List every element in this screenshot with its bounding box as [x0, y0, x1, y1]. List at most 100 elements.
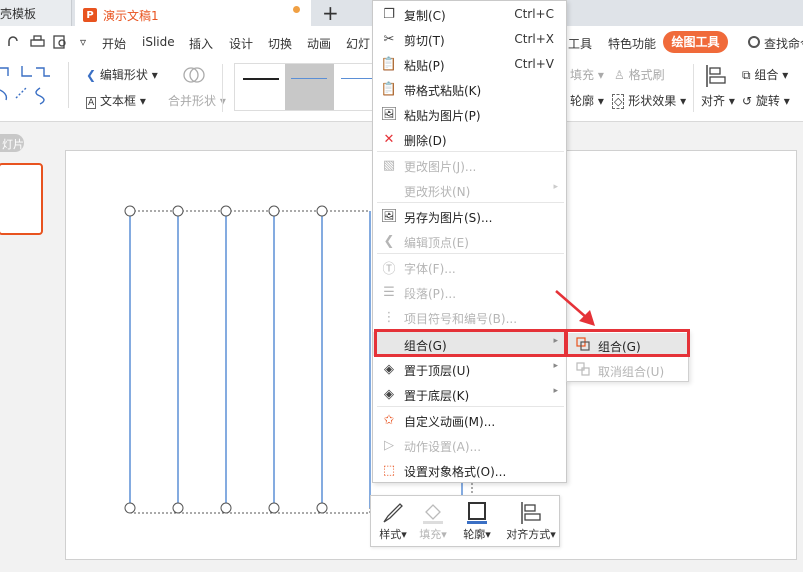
menu-item-label: 更改图片(J)... — [404, 160, 477, 174]
tab-transition[interactable]: 切换 — [268, 35, 292, 52]
menu-item-change-picture[interactable]: ▧ 更改图片(J)... — [373, 153, 566, 177]
slide-thumbnail[interactable] — [0, 163, 43, 235]
menu-item-label: 复制(C) — [404, 9, 446, 23]
menu-item-label: 编辑顶点(E) — [404, 236, 469, 250]
menu-item-format-object[interactable]: ⬚ 设置对象格式(O)... — [373, 458, 566, 482]
shape-effect-label: 形状效果 — [628, 94, 677, 108]
shape-gallery[interactable] — [0, 60, 70, 110]
tab-islide[interactable]: iSlide — [142, 35, 175, 49]
tab-animation[interactable]: 动画 — [307, 35, 331, 52]
tab-slideshow[interactable]: 幻灯 — [346, 35, 370, 52]
line-style-blue[interactable] — [341, 78, 373, 79]
paste-format-icon: 📋 — [380, 81, 398, 97]
ribbon-separator — [222, 64, 223, 112]
highlight-box-group-menu — [374, 329, 567, 357]
ribbon-rotate-button[interactable]: ↺ 旋转 ▾ — [742, 92, 790, 109]
context-menu: ❐ 复制(C) Ctrl+C ✂ 剪切(T) Ctrl+X 📋 粘贴(P) Ct… — [372, 0, 567, 483]
submenu-item-ungroup[interactable]: 取消组合(U) — [567, 358, 688, 382]
mini-align-button[interactable]: 对齐方式▾ — [503, 500, 559, 544]
tab-start[interactable]: 开始 — [102, 35, 126, 52]
gallery-scrollbar[interactable] — [68, 62, 77, 108]
mini-outline-label: 轮廓▾ — [463, 528, 491, 541]
tab-document[interactable]: P 演示文稿1 — [75, 0, 311, 26]
shape-effect-icon: ◇ — [612, 94, 625, 109]
ribbon-outline-button[interactable]: 轮廓 ▾ — [570, 92, 604, 109]
menu-item-label: 自定义动画(M)... — [404, 415, 496, 429]
line-style-gallery[interactable] — [234, 63, 374, 111]
edit-shape-button[interactable]: ❮ 编辑形状 ▾ — [86, 66, 158, 83]
chevron-right-icon: ▸ — [553, 386, 558, 396]
menu-item-paste-picture[interactable]: 🖼 粘贴为图片(P) — [373, 102, 566, 126]
rotate-icon: ↺ — [742, 94, 753, 108]
ribbon-group-button[interactable]: ⧉ 组合 ▾ — [742, 66, 788, 83]
format-brush-icon: ♙ — [614, 68, 625, 82]
menu-separator — [377, 406, 564, 407]
menu-item-label: 删除(D) — [404, 134, 447, 148]
menu-item-cut[interactable]: ✂ 剪切(T) Ctrl+X — [373, 27, 566, 51]
print-icon[interactable] — [30, 35, 45, 49]
menu-item-send-back[interactable]: ◈ 置于底层(K) ▸ — [373, 382, 566, 406]
menu-item-shortcut: Ctrl+X — [514, 32, 554, 46]
menu-item-custom-animation[interactable]: ✩ 自定义动画(M)... — [373, 408, 566, 432]
line-style-solid[interactable] — [243, 78, 279, 80]
paste-picture-icon: 🖼 — [380, 106, 398, 122]
tab-template[interactable]: 稻壳模板 — [0, 0, 72, 26]
redo-icon[interactable] — [6, 35, 20, 49]
menu-item-bullets[interactable]: ⋮ 项目符号和编号(B)... — [373, 305, 566, 329]
ribbon-rotate-label: 旋转 — [755, 94, 780, 108]
menu-item-paste[interactable]: 📋 粘贴(P) Ctrl+V — [373, 52, 566, 76]
format-brush-label: 格式刷 — [628, 68, 665, 82]
action-icon: ▷ — [384, 437, 394, 453]
format-brush-button[interactable]: ♙ 格式刷 — [614, 66, 665, 83]
new-tab-button[interactable]: + — [322, 1, 339, 25]
print-preview-icon[interactable] — [53, 35, 68, 49]
line-style-selected[interactable] — [285, 64, 334, 110]
menu-item-change-shape[interactable]: 更改形状(N) ▸ — [373, 178, 566, 202]
menu-item-delete[interactable]: ✕ 删除(D) — [373, 127, 566, 151]
mini-fill-label: 填充▾ — [419, 528, 447, 541]
tab-insert[interactable]: 插入 — [189, 35, 213, 52]
menu-item-action-settings[interactable]: ▷ 动作设置(A)... — [373, 433, 566, 457]
menu-item-paste-format[interactable]: 📋 带格式粘贴(K) — [373, 77, 566, 101]
menu-item-edit-points[interactable]: ❮ 编辑顶点(E) — [373, 229, 566, 253]
menu-separator — [377, 202, 564, 203]
menu-separator — [377, 253, 564, 254]
menu-item-label: 更改形状(N) — [404, 185, 471, 199]
slides-tab[interactable]: 灯片 — [0, 134, 24, 152]
copy-icon: ❐ — [383, 6, 395, 22]
menu-item-font[interactable]: Ⓣ 字体(F)... — [373, 255, 566, 279]
merge-shape-button[interactable]: 合并形状 ▾ — [168, 92, 226, 109]
submenu-item-label: 取消组合(U) — [598, 365, 665, 379]
align-icon — [521, 502, 541, 524]
tab-design[interactable]: 设计 — [229, 35, 253, 52]
menu-item-label: 粘贴(P) — [404, 59, 445, 73]
tab-tools[interactable]: 工具 — [568, 35, 592, 52]
menu-item-save-picture[interactable]: 🖼 另存为图片(S)... — [373, 204, 566, 228]
search-command[interactable]: 查找命令 — [764, 35, 803, 52]
tab-template-label: 稻壳模板 — [0, 7, 37, 21]
dropdown-icon[interactable]: ▿ — [80, 35, 86, 49]
tab-drawing-tools[interactable]: 绘图工具 — [663, 31, 728, 53]
bullets-icon: ⋮ — [382, 309, 396, 325]
mini-fill-button[interactable]: 填充▾ — [411, 500, 455, 544]
mini-outline-button[interactable]: 轮廓▾ — [455, 500, 499, 544]
unsaved-dot — [293, 6, 300, 13]
tab-special[interactable]: 特色功能 — [608, 35, 656, 52]
merge-shape-icon — [183, 67, 205, 83]
mini-style-label: 样式▾ — [379, 528, 407, 541]
text-box-button[interactable]: A 文本框 ▾ — [86, 92, 146, 109]
ribbon-fill-button[interactable]: 填充 ▾ — [570, 66, 604, 83]
brush-icon — [383, 503, 403, 523]
search-icon[interactable] — [748, 36, 760, 48]
edit-shape-icon: ❮ — [86, 68, 97, 82]
menu-item-copy[interactable]: ❐ 复制(C) Ctrl+C — [373, 2, 566, 26]
shape-effect-button[interactable]: ◇ 形状效果 ▾ — [612, 92, 686, 109]
ribbon-align-button[interactable]: 对齐 ▾ — [701, 92, 735, 109]
mini-style-button[interactable]: 样式▾ — [371, 500, 415, 544]
menu-item-bring-front[interactable]: ◈ 置于顶层(U) ▸ — [373, 357, 566, 381]
align-icon — [706, 65, 726, 87]
menu-item-paragraph[interactable]: ☰ 段落(P)... — [373, 280, 566, 304]
mini-toolbar: 样式▾ 填充▾ 轮廓▾ 对齐方式▾ — [370, 495, 560, 547]
text-box-icon: A — [86, 97, 97, 109]
menu-item-label: 项目符号和编号(B)... — [404, 312, 518, 326]
